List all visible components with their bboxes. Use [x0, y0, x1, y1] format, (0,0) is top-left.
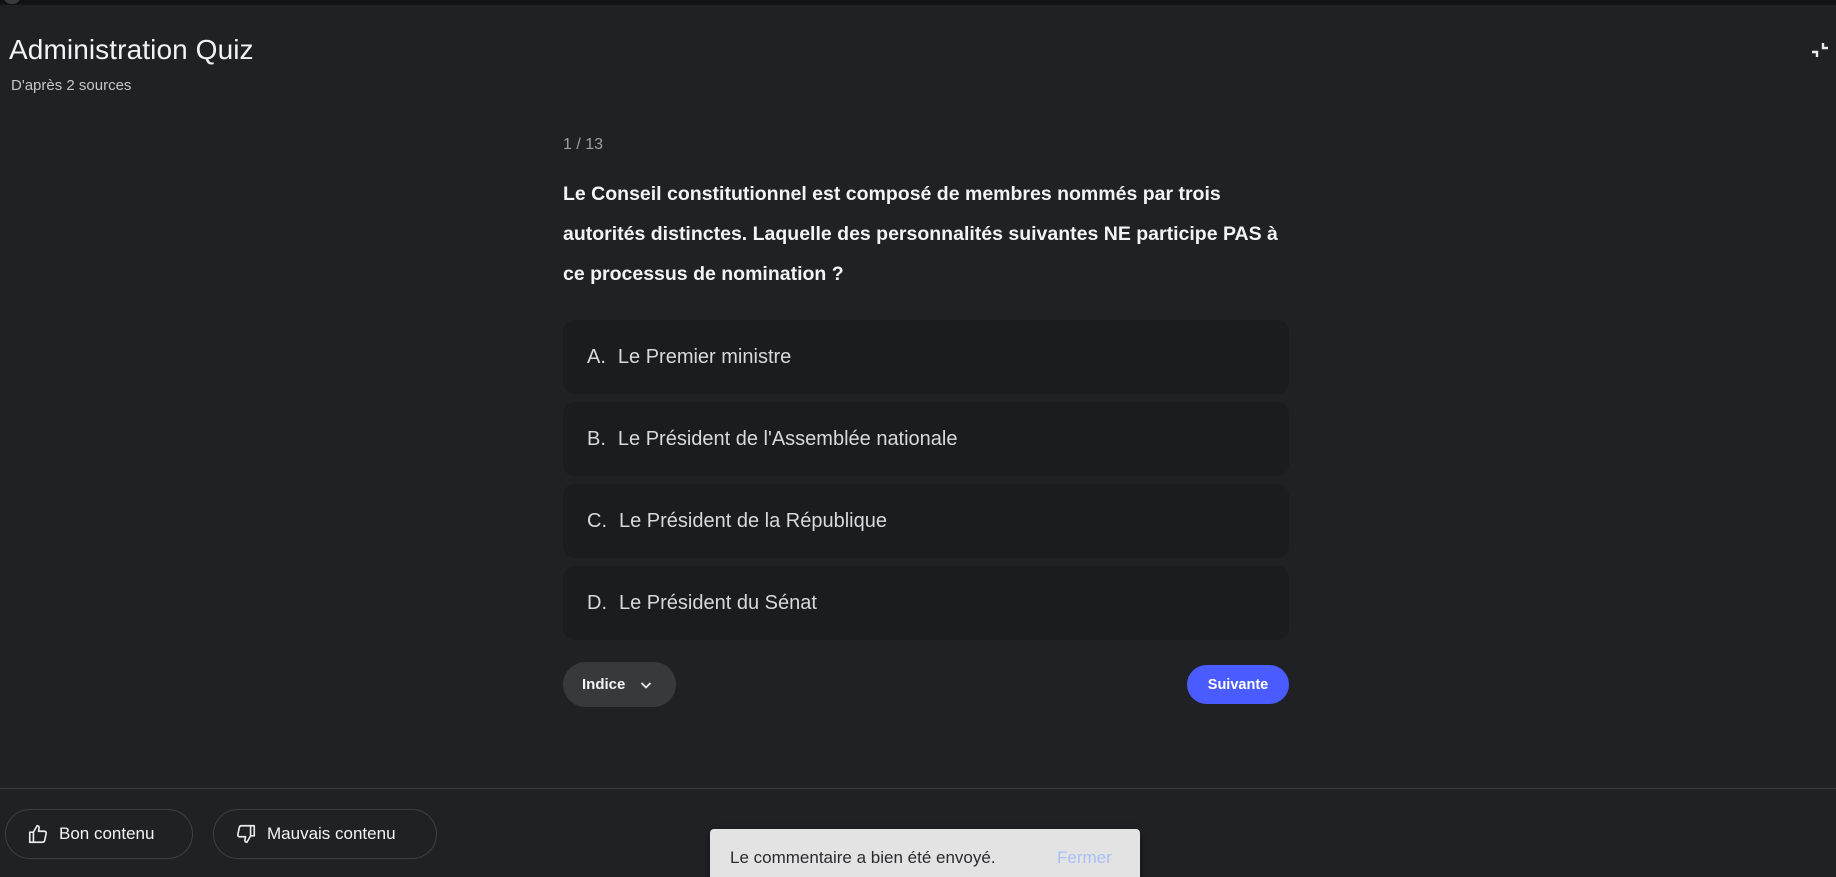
page-title: Administration Quiz: [9, 34, 254, 65]
option-letter: A.: [587, 345, 606, 368]
collapse-button[interactable]: [1808, 38, 1832, 62]
window-top-strip: [0, 0, 1836, 5]
footer-divider: [0, 788, 1836, 789]
good-content-button[interactable]: Bon contenu: [5, 809, 193, 859]
option-text: Le Président du Sénat: [619, 591, 817, 614]
bad-content-button[interactable]: Mauvais contenu: [213, 809, 437, 859]
answer-option-b[interactable]: B. Le Président de l'Assemblée nationale: [563, 402, 1289, 476]
answer-option-c[interactable]: C. Le Président de la République: [563, 484, 1289, 558]
answer-options: A. Le Premier ministre B. Le Président d…: [563, 320, 1289, 640]
hint-button-label: Indice: [582, 676, 626, 693]
top-strip-indicator: [4, 0, 20, 4]
next-button[interactable]: Suivante: [1187, 665, 1289, 704]
bad-content-label: Mauvais contenu: [267, 824, 396, 843]
answer-option-d[interactable]: D. Le Président du Sénat: [563, 566, 1289, 640]
chevron-down-icon: [639, 678, 653, 692]
option-text: Le Premier ministre: [617, 345, 792, 368]
question-text: Le Conseil constitutionnel est composé d…: [563, 183, 1278, 285]
quiz-actions: Indice Suivante: [563, 662, 1289, 708]
page-subtitle: D'après 2 sources: [11, 77, 132, 94]
feedback-snackbar: Le commentaire a bien été envoyé. Fermer: [710, 829, 1140, 877]
thumbs-up-icon: [27, 823, 49, 845]
hint-button[interactable]: Indice: [563, 662, 676, 707]
snackbar-close-button[interactable]: Fermer: [1057, 848, 1112, 868]
answer-option-a[interactable]: A. Le Premier ministre: [563, 320, 1289, 394]
good-content-label: Bon contenu: [59, 824, 155, 843]
snackbar-message: Le commentaire a bien été envoyé.: [730, 848, 996, 867]
option-text: Le Président de la République: [619, 509, 887, 532]
question-counter: 1 / 13: [563, 136, 604, 153]
thumbs-down-icon: [235, 823, 257, 845]
option-letter: D.: [587, 591, 607, 614]
collapse-icon: [1812, 43, 1828, 57]
option-letter: C.: [587, 509, 607, 532]
quiz-card: 1 / 13 Le Conseil constitutionnel est co…: [563, 132, 1289, 708]
option-text: Le Président de l'Assemblée nationale: [617, 427, 958, 450]
option-letter: B.: [587, 427, 606, 450]
